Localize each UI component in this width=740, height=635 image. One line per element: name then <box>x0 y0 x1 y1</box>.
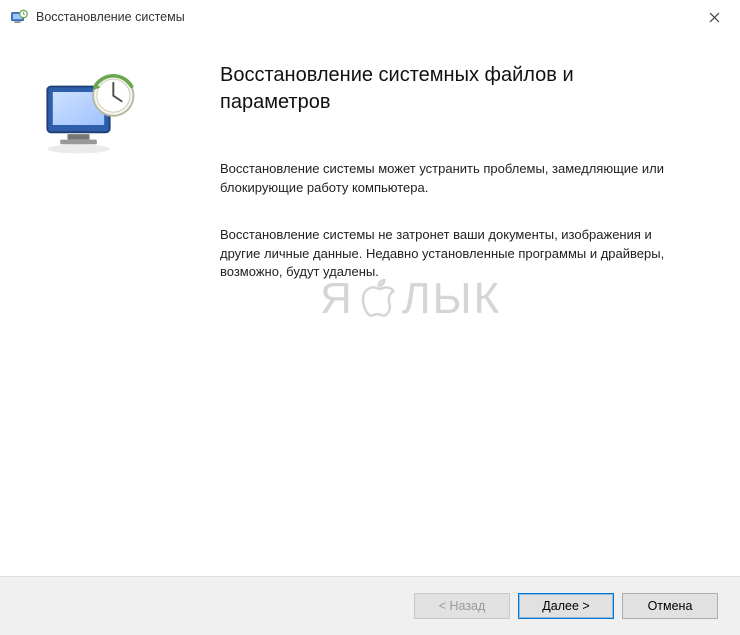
wizard-side-panel <box>0 34 190 576</box>
intro-paragraph-2: Восстановление системы не затронет ваши … <box>220 226 680 283</box>
apple-outline-icon <box>358 277 398 321</box>
cancel-button[interactable]: Отмена <box>622 593 718 619</box>
wizard-content: Восстановление системных файлов и параме… <box>190 34 740 576</box>
wizard-body: Восстановление системных файлов и параме… <box>0 34 740 576</box>
monitor-clock-icon <box>40 70 150 160</box>
wizard-footer: < Назад Далее > Отмена <box>0 576 740 635</box>
system-restore-wizard: Восстановление системы <box>0 0 740 635</box>
intro-paragraph-1: Восстановление системы может устранить п… <box>220 160 680 198</box>
close-button[interactable] <box>694 3 734 31</box>
page-heading: Восстановление системных файлов и параме… <box>220 62 680 116</box>
title-bar: Восстановление системы <box>0 0 740 34</box>
close-icon <box>709 12 720 23</box>
system-restore-icon <box>10 8 28 26</box>
back-button: < Назад <box>414 593 510 619</box>
next-button[interactable]: Далее > <box>518 593 614 619</box>
window-title: Восстановление системы <box>36 10 694 24</box>
